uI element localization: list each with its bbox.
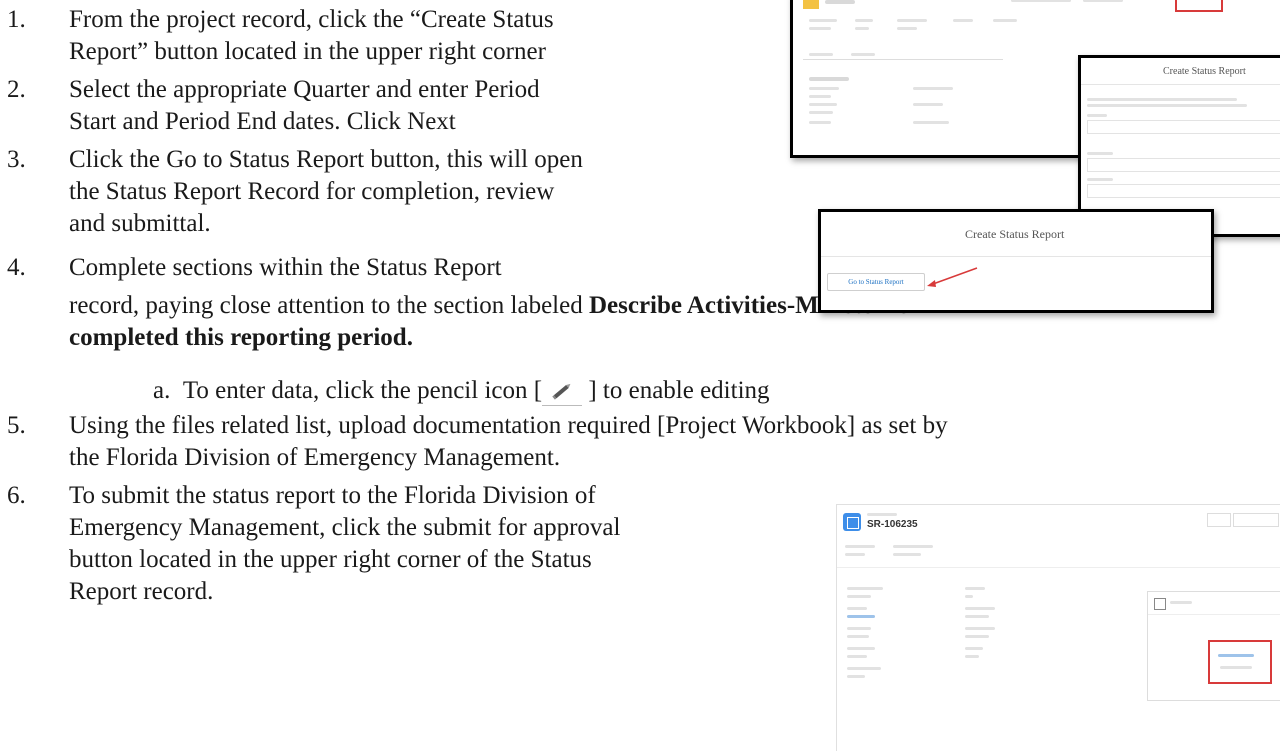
step-text: Complete sections within the Status Repo… (69, 254, 502, 281)
status-report-record-screenshot: SR-106235 (836, 504, 1280, 751)
step-text: the Status Report Record for completion,… (69, 178, 555, 205)
step-text: To submit the status report to the Flori… (69, 482, 596, 509)
step-number: 1. (7, 6, 26, 33)
step-text: Emergency Management, click the submit f… (69, 514, 621, 541)
step-text: Report” button located in the upper righ… (69, 38, 546, 65)
step-text: the Florida Division of Emergency Manage… (69, 444, 561, 471)
red-arrow-icon (927, 267, 978, 287)
files-related-list (1147, 591, 1280, 701)
step-number: 6. (7, 482, 26, 509)
substep-label: a. (153, 377, 171, 404)
step-text: button located in the upper right corner… (69, 546, 592, 573)
modal-title: Create Status Report (965, 227, 1065, 241)
step-2: 2. Select the appropriate Quarter and en… (7, 74, 767, 138)
step-text: Report record. (69, 578, 214, 605)
step-1: 1. From the project record, click the “C… (7, 4, 767, 68)
step-number: 4. (7, 254, 26, 281)
step-number: 3. (7, 146, 26, 173)
record-icon (803, 0, 819, 9)
upload-files-highlight (1208, 640, 1272, 684)
status-report-icon (843, 513, 861, 531)
step-text: Click the Go to Status Report button, th… (69, 146, 583, 173)
step-number: 5. (7, 412, 26, 439)
go-to-status-report-button[interactable]: Go to Status Report (827, 273, 925, 291)
step-text: and submittal. (69, 210, 211, 237)
substep-a: a. To enter data, click the pencil icon … (153, 375, 1053, 407)
step-5: 5. Using the files related list, upload … (7, 410, 1275, 474)
record-id: SR-106235 (867, 519, 918, 530)
step-text: Start and Period End dates. Click Next (69, 108, 456, 135)
step-3: 3. Click the Go to Status Report button,… (7, 144, 767, 240)
go-to-status-report-modal: Create Status Report Go to Status Report (818, 209, 1214, 313)
step-text: record, paying close attention to the se… (69, 292, 589, 319)
step-6: 6. To submit the status report to the Fl… (7, 480, 787, 608)
create-status-report-highlight (1175, 0, 1223, 12)
modal-title: Create Status Report (1163, 66, 1246, 77)
step-text: From the project record, click the “Crea… (69, 6, 554, 33)
step-text: Using the files related list, upload doc… (69, 412, 948, 439)
substep-text: ] to enable editing (582, 377, 770, 404)
section-name-cont: completed this reporting period. (69, 324, 413, 351)
pencil-icon (542, 379, 583, 406)
step-text: Select the appropriate Quarter and enter… (69, 76, 540, 103)
step-number: 2. (7, 76, 26, 103)
substep-text: To enter data, click the pencil icon [ (182, 377, 543, 404)
